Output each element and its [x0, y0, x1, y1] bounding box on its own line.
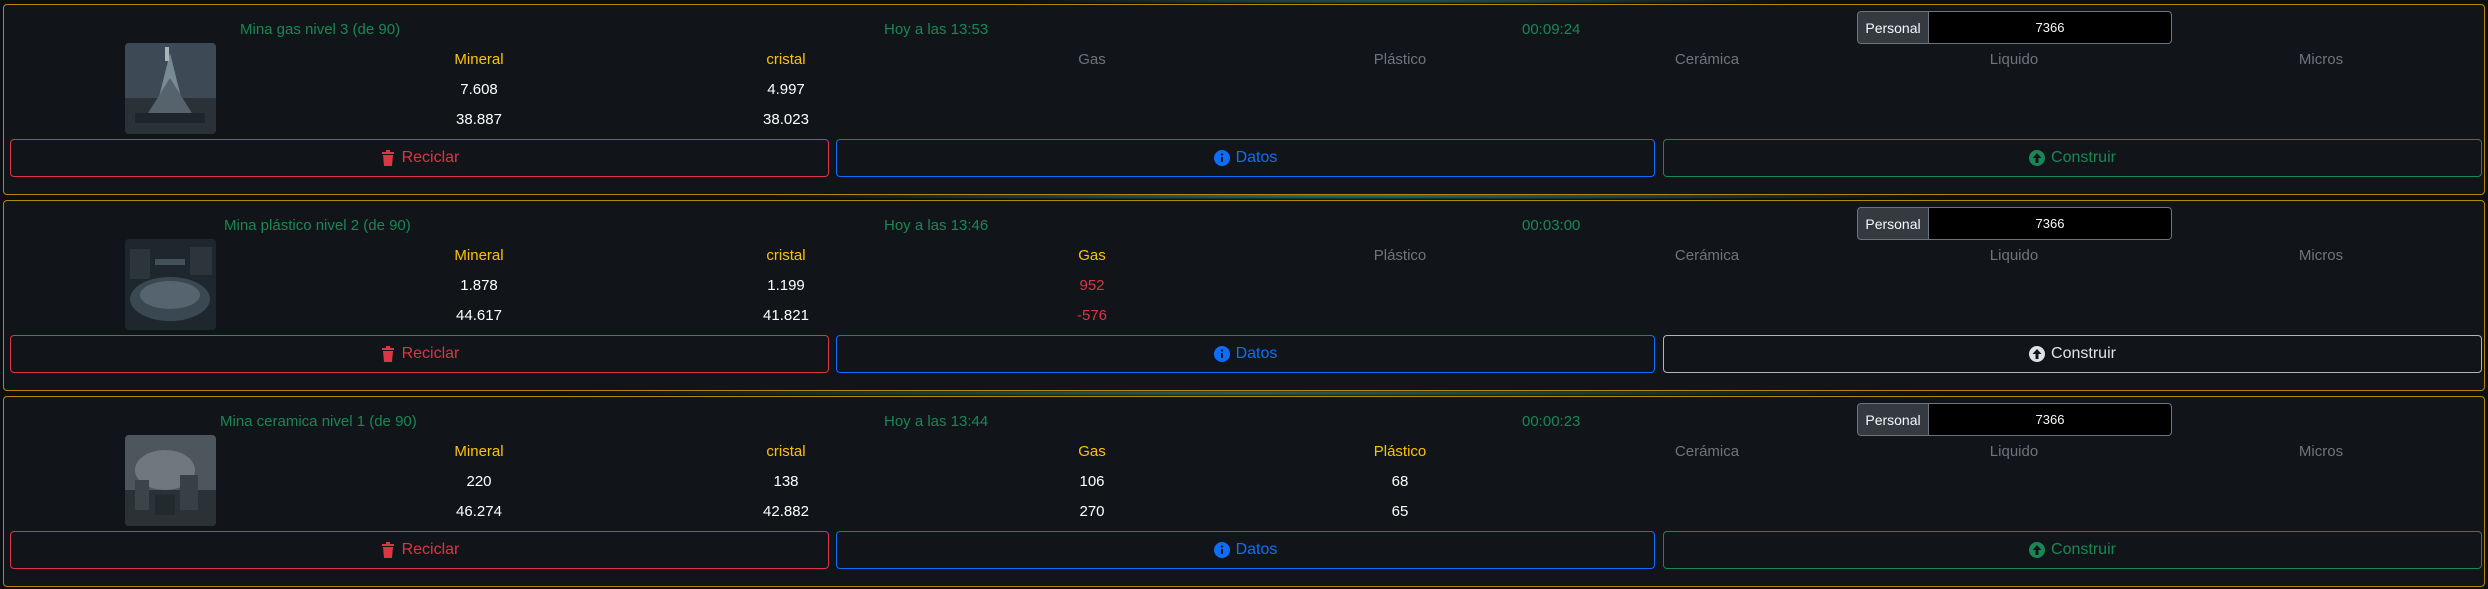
mine-timer: 00:09:24: [1522, 21, 1581, 38]
header-plastico: Plástico: [1373, 443, 1427, 460]
info-icon: [1213, 346, 1230, 362]
header-ceramica: Cerámica: [1674, 247, 1740, 264]
mineral-production: 7.608: [460, 81, 498, 98]
arrow-up-circle-icon: [2029, 542, 2046, 558]
mine-card: Mina ceramica nivel 1 (de 90) Hoy a las …: [3, 396, 2485, 587]
datos-button[interactable]: Datos: [836, 139, 1655, 177]
arrow-up-circle-icon: [2029, 150, 2046, 166]
reciclar-button[interactable]: Reciclar: [10, 139, 829, 177]
datos-button[interactable]: Datos: [836, 335, 1655, 373]
header-ceramica: Cerámica: [1674, 443, 1740, 460]
header-micros: Micros: [2298, 443, 2344, 460]
reciclar-label: Reciclar: [401, 345, 460, 362]
cristal-production: 4.997: [767, 81, 805, 98]
reciclar-label: Reciclar: [401, 149, 460, 166]
mine-title: Mina ceramica nivel 1 (de 90): [220, 413, 417, 430]
construir-label: Construir: [2051, 541, 2116, 558]
mine-time: Hoy a las 13:53: [884, 21, 989, 38]
mine-timer: 00:00:23: [1522, 413, 1581, 430]
personal-group: Personal: [1857, 11, 2172, 44]
personal-group: Personal: [1857, 207, 2172, 240]
mineral-total: 44.617: [456, 307, 502, 324]
datos-button[interactable]: Datos: [836, 531, 1655, 569]
construir-label: Construir: [2051, 345, 2116, 362]
header-cristal: cristal: [766, 247, 806, 264]
header-mineral: Mineral: [454, 443, 504, 460]
construir-button[interactable]: Construir: [1663, 531, 2482, 569]
info-icon: [1213, 542, 1230, 558]
reciclar-button[interactable]: Reciclar: [10, 335, 829, 373]
mineral-production: 1.878: [460, 277, 498, 294]
header-plastico: Plástico: [1373, 51, 1427, 68]
personal-label: Personal: [1857, 11, 1929, 44]
header-gas: Gas: [1078, 443, 1106, 460]
info-icon: [1213, 150, 1230, 166]
mine-time: Hoy a las 13:44: [884, 413, 989, 430]
header-liquido: Liquido: [1989, 247, 2039, 264]
mine-title: Mina gas nivel 3 (de 90): [240, 21, 401, 38]
personal-label: Personal: [1857, 403, 1929, 436]
construir-button[interactable]: Construir: [1663, 335, 2482, 373]
mineral-total: 46.274: [456, 503, 502, 520]
header-ceramica: Cerámica: [1674, 51, 1740, 68]
gas-production: 106: [1079, 473, 1105, 490]
mine-timer: 00:03:00: [1522, 217, 1581, 234]
gas-production: 952: [1079, 277, 1105, 294]
datos-label: Datos: [1235, 345, 1278, 362]
cristal-total: 42.882: [763, 503, 809, 520]
reciclar-label: Reciclar: [401, 541, 460, 558]
header-micros: Micros: [2298, 51, 2344, 68]
mine-title: Mina plástico nivel 2 (de 90): [224, 217, 411, 234]
construir-button[interactable]: Construir: [1663, 139, 2482, 177]
mine-thumbnail: [125, 435, 216, 526]
mineral-production: 220: [466, 473, 492, 490]
header-cristal: cristal: [766, 51, 806, 68]
gas-total: 270: [1079, 503, 1105, 520]
header-liquido: Liquido: [1989, 443, 2039, 460]
personal-group: Personal: [1857, 403, 2172, 436]
header-cristal: cristal: [766, 443, 806, 460]
header-gas: Gas: [1078, 51, 1106, 68]
construir-label: Construir: [2051, 149, 2116, 166]
gas-total: -576: [1076, 307, 1108, 324]
datos-label: Datos: [1235, 149, 1278, 166]
trash-icon: [380, 150, 396, 166]
mineral-total: 38.887: [456, 111, 502, 128]
trash-icon: [380, 346, 396, 362]
header-gas: Gas: [1078, 247, 1106, 264]
header-plastico: Plástico: [1373, 247, 1427, 264]
trash-icon: [380, 542, 396, 558]
arrow-up-circle-icon: [2029, 346, 2046, 362]
personal-input[interactable]: [1929, 207, 2172, 240]
cristal-production: 1.199: [767, 277, 805, 294]
plastico-total: 65: [1391, 503, 1409, 520]
header-mineral: Mineral: [454, 51, 504, 68]
header-micros: Micros: [2298, 247, 2344, 264]
mine-time: Hoy a las 13:46: [884, 217, 989, 234]
mine-card: Mina plástico nivel 2 (de 90) Hoy a las …: [3, 200, 2485, 391]
header-liquido: Liquido: [1989, 51, 2039, 68]
personal-input[interactable]: [1929, 11, 2172, 44]
cristal-total: 38.023: [763, 111, 809, 128]
personal-label: Personal: [1857, 207, 1929, 240]
datos-label: Datos: [1235, 541, 1278, 558]
mine-thumbnail: [125, 43, 216, 134]
mine-card: Mina gas nivel 3 (de 90) Hoy a las 13:53…: [3, 4, 2485, 195]
reciclar-button[interactable]: Reciclar: [10, 531, 829, 569]
cristal-total: 41.821: [763, 307, 809, 324]
cristal-production: 138: [773, 473, 799, 490]
personal-input[interactable]: [1929, 403, 2172, 436]
plastico-production: 68: [1391, 473, 1409, 490]
mine-thumbnail: [125, 239, 216, 330]
header-mineral: Mineral: [454, 247, 504, 264]
